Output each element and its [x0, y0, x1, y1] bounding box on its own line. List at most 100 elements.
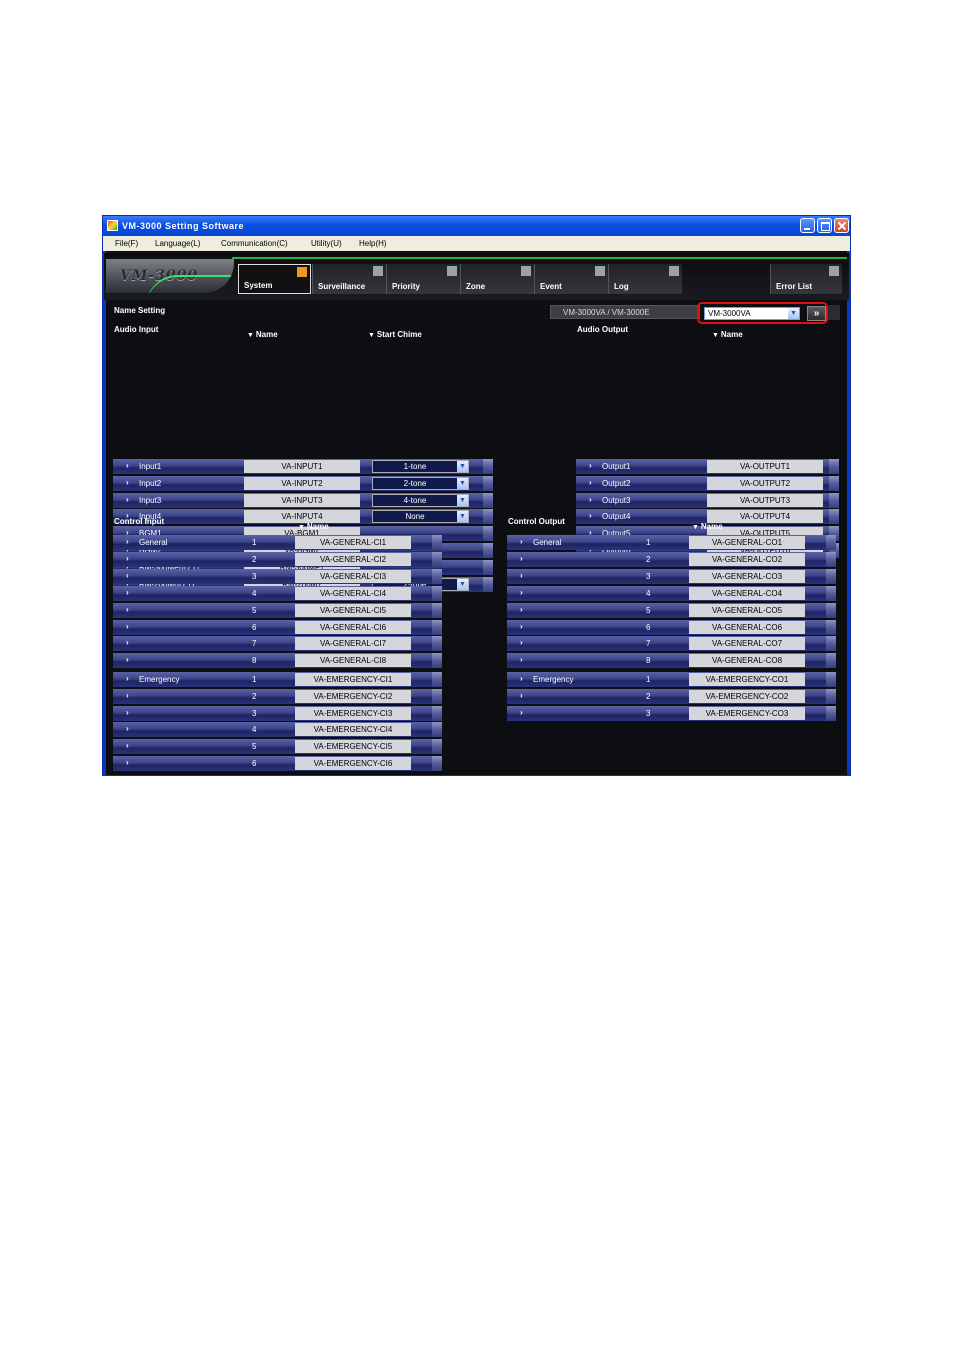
start-chime-select[interactable]: 1-tone ▼	[372, 460, 469, 473]
audio-input-name-header[interactable]: Name	[247, 330, 278, 339]
expand-arrow-icon[interactable]: ›	[589, 495, 592, 504]
control-input-name-field[interactable]: VA-GENERAL-CI3	[295, 569, 411, 583]
expand-arrow-icon[interactable]: ›	[520, 571, 523, 580]
expand-arrow-icon[interactable]: ›	[520, 537, 523, 546]
start-chime-select[interactable]: 4-tone ▼	[372, 493, 469, 507]
audio-output-name-field[interactable]: VA-OUTPUT1	[707, 460, 823, 473]
expand-arrow-icon[interactable]: ›	[520, 605, 523, 614]
start-chime-select[interactable]: None ▼	[372, 510, 469, 524]
chevron-down-icon[interactable]: ▼	[457, 494, 468, 506]
control-output-name-field[interactable]: VA-EMERGENCY-CO1	[689, 672, 805, 686]
control-input-row[interactable]: › 2 VA-EMERGENCY-CI2	[113, 688, 442, 704]
expand-arrow-icon[interactable]: ›	[520, 655, 523, 664]
control-input-row[interactable]: › 3 VA-GENERAL-CI3	[113, 568, 442, 584]
start-chime-select[interactable]: 2-tone ▼	[372, 476, 469, 490]
expand-arrow-icon[interactable]: ›	[126, 741, 129, 750]
expand-arrow-icon[interactable]: ›	[520, 622, 523, 631]
control-output-name-field[interactable]: VA-GENERAL-CO4	[689, 586, 805, 600]
control-input-row[interactable]: › 7 VA-GENERAL-CI7	[113, 636, 442, 652]
control-input-row[interactable]: › 3 VA-EMERGENCY-CI3	[113, 705, 442, 721]
control-input-row[interactable]: › General 1 VA-GENERAL-CI1	[113, 535, 442, 550]
control-input-name-field[interactable]: VA-EMERGENCY-CI2	[295, 689, 411, 703]
expand-arrow-icon[interactable]: ›	[520, 554, 523, 563]
control-output-name-header[interactable]: Name	[692, 522, 723, 531]
control-input-row[interactable]: › 6 VA-GENERAL-CI6	[113, 619, 442, 635]
expand-arrow-icon[interactable]: ›	[126, 638, 129, 647]
apply-model-button[interactable]: »	[807, 306, 826, 321]
control-output-row[interactable]: › 8 VA-GENERAL-CO8	[507, 653, 836, 669]
menu-utility[interactable]: Utility(U)	[311, 239, 342, 248]
expand-arrow-icon[interactable]: ›	[520, 708, 523, 717]
expand-arrow-icon[interactable]: ›	[126, 478, 129, 487]
tab-priority[interactable]: Priority	[386, 264, 460, 294]
expand-arrow-icon[interactable]: ›	[520, 674, 523, 683]
control-input-row[interactable]: › 5 VA-GENERAL-CI5	[113, 602, 442, 618]
audio-output-name-field[interactable]: VA-OUTPUT4	[707, 510, 823, 524]
audio-output-name-field[interactable]: VA-OUTPUT3	[707, 493, 823, 507]
control-output-row[interactable]: › 3 VA-GENERAL-CO3	[507, 568, 836, 584]
control-input-row[interactable]: › 4 VA-GENERAL-CI4	[113, 585, 442, 601]
expand-arrow-icon[interactable]: ›	[126, 537, 129, 546]
expand-arrow-icon[interactable]: ›	[589, 478, 592, 487]
control-output-row[interactable]: › General 1 VA-GENERAL-CO1	[507, 535, 836, 550]
control-input-row[interactable]: › 8 VA-GENERAL-CI8	[113, 653, 442, 669]
audio-output-row[interactable]: › Output2 VA-OUTPUT2	[576, 475, 839, 491]
model-select[interactable]: VM-3000VA ▼	[704, 307, 800, 320]
expand-arrow-icon[interactable]: ›	[126, 495, 129, 504]
audio-input-row[interactable]: › Input2 VA-INPUT2 2-tone ▼	[113, 475, 493, 491]
control-output-name-field[interactable]: VA-GENERAL-CO6	[689, 620, 805, 634]
start-chime-header[interactable]: Start Chime	[368, 330, 422, 339]
control-output-name-field[interactable]: VA-GENERAL-CO2	[689, 552, 805, 566]
chevron-down-icon[interactable]: ▼	[457, 578, 468, 590]
control-input-row[interactable]: › 5 VA-EMERGENCY-CI5	[113, 739, 442, 755]
tab-log[interactable]: Log	[608, 264, 682, 294]
audio-output-name-field[interactable]: VA-OUTPUT2	[707, 476, 823, 490]
expand-arrow-icon[interactable]: ›	[126, 461, 129, 470]
control-output-row[interactable]: › 2 VA-EMERGENCY-CO2	[507, 688, 836, 704]
expand-arrow-icon[interactable]: ›	[520, 638, 523, 647]
expand-arrow-icon[interactable]: ›	[126, 605, 129, 614]
audio-input-name-field[interactable]: VA-INPUT2	[244, 476, 360, 490]
control-output-row[interactable]: › 6 VA-GENERAL-CO6	[507, 619, 836, 635]
control-input-name-field[interactable]: VA-EMERGENCY-CI6	[295, 757, 411, 771]
expand-arrow-icon[interactable]: ›	[126, 724, 129, 733]
menu-file[interactable]: File(F)	[115, 239, 138, 248]
expand-arrow-icon[interactable]: ›	[589, 461, 592, 470]
control-input-name-header[interactable]: Name	[298, 522, 329, 531]
control-input-name-field[interactable]: VA-GENERAL-CI7	[295, 637, 411, 651]
expand-arrow-icon[interactable]: ›	[126, 708, 129, 717]
control-output-name-field[interactable]: VA-EMERGENCY-CO3	[689, 706, 805, 720]
control-output-name-field[interactable]: VA-GENERAL-CO3	[689, 569, 805, 583]
control-output-row[interactable]: › 7 VA-GENERAL-CO7	[507, 636, 836, 652]
control-output-name-field[interactable]: VA-GENERAL-CO8	[689, 654, 805, 668]
control-input-name-field[interactable]: VA-GENERAL-CI4	[295, 586, 411, 600]
close-button[interactable]	[834, 218, 849, 233]
control-output-name-field[interactable]: VA-EMERGENCY-CO2	[689, 689, 805, 703]
control-input-name-field[interactable]: VA-GENERAL-CI6	[295, 620, 411, 634]
control-output-name-field[interactable]: VA-GENERAL-CO7	[689, 637, 805, 651]
chevron-down-icon[interactable]: ▼	[457, 477, 468, 489]
audio-input-name-field[interactable]: VA-INPUT1	[244, 460, 360, 473]
audio-output-row[interactable]: › Output1 VA-OUTPUT1	[576, 459, 839, 474]
control-input-row[interactable]: › Emergency 1 VA-EMERGENCY-CI1	[113, 671, 442, 687]
control-input-row[interactable]: › 4 VA-EMERGENCY-CI4	[113, 722, 442, 738]
maximize-button[interactable]	[817, 218, 832, 233]
expand-arrow-icon[interactable]: ›	[126, 691, 129, 700]
expand-arrow-icon[interactable]: ›	[126, 622, 129, 631]
audio-output-name-header[interactable]: Name	[712, 330, 743, 339]
control-input-name-field[interactable]: VA-EMERGENCY-CI4	[295, 723, 411, 737]
expand-arrow-icon[interactable]: ›	[126, 571, 129, 580]
control-input-name-field[interactable]: VA-GENERAL-CI2	[295, 552, 411, 566]
audio-input-row[interactable]: › Input1 VA-INPUT1 1-tone ▼	[113, 459, 493, 474]
audio-input-name-field[interactable]: VA-INPUT3	[244, 493, 360, 507]
expand-arrow-icon[interactable]: ›	[126, 554, 129, 563]
tab-surveillance[interactable]: Surveillance	[312, 264, 386, 294]
tab-event[interactable]: Event	[534, 264, 608, 294]
tab-zone[interactable]: Zone	[460, 264, 534, 294]
control-input-name-field[interactable]: VA-GENERAL-CI8	[295, 654, 411, 668]
chevron-down-icon[interactable]: ▼	[457, 461, 468, 472]
menu-help[interactable]: Help(H)	[359, 239, 387, 248]
control-output-name-field[interactable]: VA-GENERAL-CO1	[689, 536, 805, 549]
control-input-row[interactable]: › 2 VA-GENERAL-CI2	[113, 551, 442, 567]
audio-input-row[interactable]: › Input3 VA-INPUT3 4-tone ▼	[113, 492, 493, 508]
